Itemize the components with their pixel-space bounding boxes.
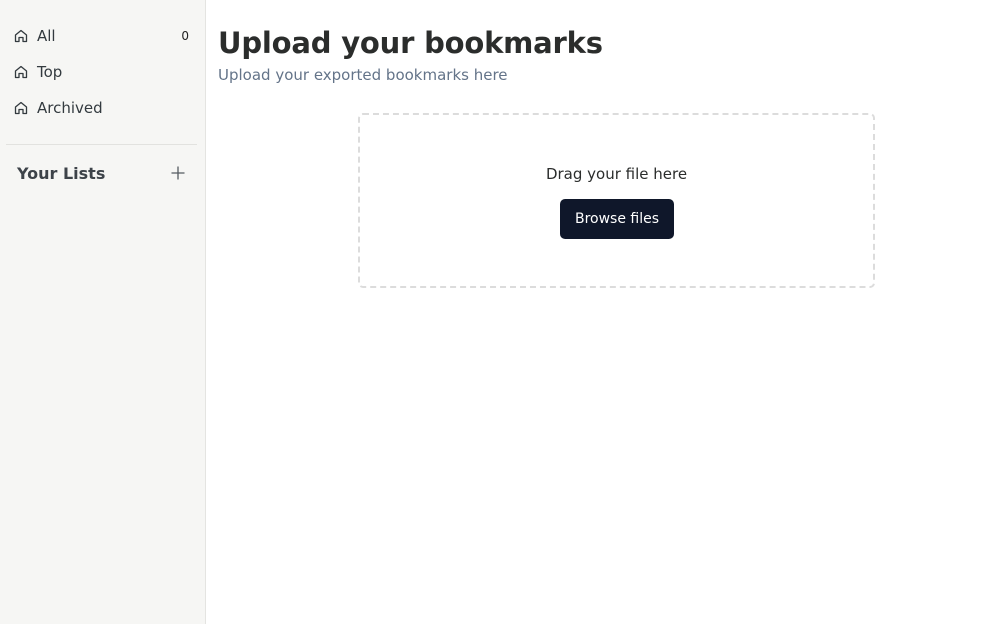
plus-icon [171,166,185,180]
app-window: All 0 Top Archived Your Lists Upload you… [0,0,1006,624]
sidebar-item-count: 0 [181,29,189,43]
home-icon [13,100,29,116]
sidebar-item-label: Archived [37,99,103,117]
sidebar-item-label: Top [37,63,63,81]
sidebar-item-top[interactable]: Top [13,60,193,84]
browse-files-button[interactable]: Browse files [560,199,674,239]
sidebar-item-all[interactable]: All 0 [13,24,193,48]
sidebar: All 0 Top Archived Your Lists [0,0,206,624]
lists-title: Your Lists [17,163,106,183]
add-list-button[interactable] [168,163,188,183]
dropzone-text: Drag your file here [545,165,688,183]
page-subtitle: Upload your exported bookmarks here [218,66,508,84]
home-icon [13,28,29,44]
main-content: Upload your bookmarks Upload your export… [206,0,1006,624]
home-icon [13,64,29,80]
sidebar-item-archived[interactable]: Archived [13,96,193,120]
sidebar-item-label: All [37,27,56,45]
lists-header: Your Lists [17,161,189,185]
file-dropzone[interactable]: Drag your file here Browse files [358,113,875,288]
page-title: Upload your bookmarks [218,26,603,60]
sidebar-divider [6,144,197,145]
